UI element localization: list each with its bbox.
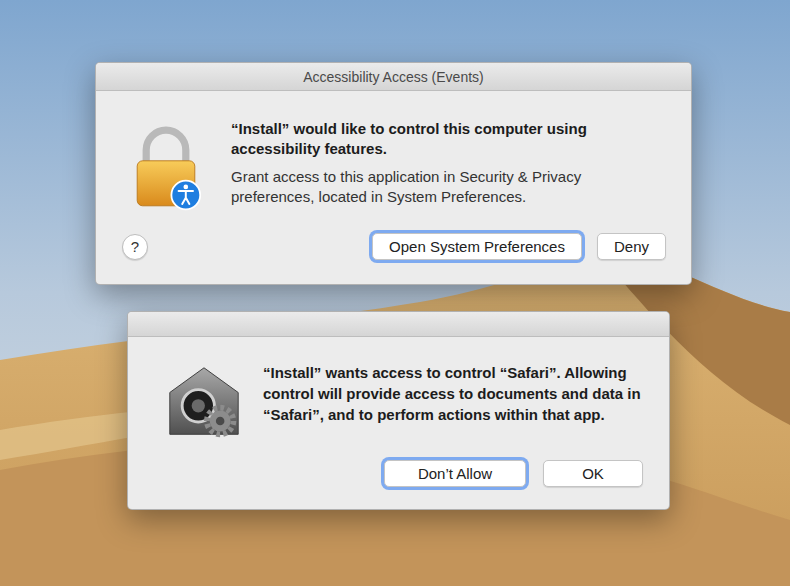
dialog-title: Accessibility Access (Events) — [303, 69, 484, 85]
automation-dialog: “Install” wants access to control “Safar… — [127, 311, 670, 510]
title-bar: Accessibility Access (Events) — [96, 63, 691, 91]
dialog-message: Grant access to this application in Secu… — [231, 167, 666, 207]
dialog-button[interactable]: OK — [543, 460, 643, 487]
dialog-button[interactable]: Don’t Allow — [384, 460, 526, 487]
lock-accessibility-icon — [130, 123, 202, 213]
desktop: Accessibility Access (Events) “Install” w… — [0, 0, 790, 586]
dialog-button[interactable]: Deny — [597, 233, 666, 260]
accessibility-dialog: Accessibility Access (Events) “Install” w… — [95, 62, 692, 285]
security-gear-icon — [166, 364, 242, 440]
help-button[interactable]: ? — [122, 234, 148, 260]
dialog-button[interactable]: Open System Preferences — [372, 233, 582, 260]
title-bar — [128, 312, 669, 337]
dialog-message: “Install” wants access to control “Safar… — [263, 362, 643, 425]
dialog-heading: “Install” would like to control this com… — [231, 119, 666, 159]
